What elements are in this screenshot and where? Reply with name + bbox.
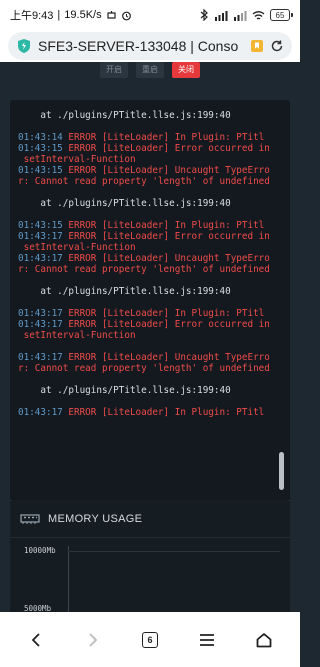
menu-icon[interactable] [187,620,227,660]
console-panel: at ./plugins/PTitle.llse.js:199:40 01:43:… [10,100,290,552]
bluetooth-icon [200,9,209,21]
restart-button[interactable]: 重启 [136,62,164,78]
chart-tick-mid: 5000Mb [24,604,52,612]
log-line: at ./plugins/PTitle.llse.js:199:40 [18,385,282,396]
log-line: 01:43:17 ERROR [LiteLoader] In Plugin: P… [18,407,282,418]
log-line: at ./plugins/PTitle.llse.js:199:40 [18,110,282,121]
log-timestamp: 01:43:17 [18,253,63,264]
log-stack-trace: at ./plugins/PTitle.llse.js:199:40 [18,385,231,396]
memory-usage-panel: MEMORY USAGE 10000Mb 5000Mb [10,500,290,612]
browser-bottom-nav: 6 [0,612,300,667]
log-entry: at ./plugins/PTitle.llse.js:199:40 [18,385,282,396]
battery-icon: 65 [270,9,293,21]
signal-icon [214,10,228,21]
log-line: 01:43:14 ERROR [LiteLoader] In Plugin: P… [18,132,282,143]
log-entry: 01:43:15 ERROR [LiteLoader] In Plugin: P… [18,220,282,275]
server-control-buttons: 开启 重启 关闭 [0,62,300,84]
log-timestamp: 01:43:14 [18,132,63,143]
stop-button[interactable]: 关闭 [172,62,200,78]
log-error-message: ERROR [LiteLoader] In Plugin: PTitl [62,220,265,231]
status-right: 65 [200,9,293,21]
log-error-message: ERROR [LiteLoader] In Plugin: PTitl [62,132,265,143]
alarm-icon [121,10,132,21]
status-left: 上午9:43 | 19.5K/s [10,7,132,23]
status-time: 上午9:43 [10,10,54,22]
memory-chip-icon [20,513,40,525]
log-error-message: ERROR [LiteLoader] In Plugin: PTitl [62,308,265,319]
log-entry: 01:43:17 ERROR [LiteLoader] In Plugin: P… [18,308,282,341]
forward-icon[interactable] [73,620,113,660]
url-text[interactable]: SFE3-SERVER-133048 | Conso [38,38,244,54]
log-entry: at ./plugins/PTitle.llse.js:199:40 [18,286,282,297]
log-timestamp: 01:43:15 [18,220,63,231]
url-field[interactable]: SFE3-SERVER-133048 | Conso [8,32,292,60]
status-bar: 上午9:43 | 19.5K/s 65 [0,0,300,30]
notification-icon [106,10,117,21]
start-button[interactable]: 开启 [100,62,128,78]
tab-count: 6 [141,631,158,648]
log-timestamp: 01:43:17 [18,319,63,330]
shield-icon[interactable] [16,38,32,54]
log-timestamp: 01:43:17 [18,231,63,242]
memory-header: MEMORY USAGE [10,500,290,538]
log-stack-trace: at ./plugins/PTitle.llse.js:199:40 [18,110,231,121]
log-entry: 01:43:17 ERROR [LiteLoader] Uncaught Typ… [18,352,282,374]
log-timestamp: 01:43:17 [18,352,63,363]
tabs-icon[interactable]: 6 [130,620,170,660]
console-log[interactable]: at ./plugins/PTitle.llse.js:199:40 01:43:… [10,100,290,500]
log-line: 01:43:17 ERROR [LiteLoader] Error occurr… [18,319,282,341]
log-timestamp: 01:43:15 [18,165,63,176]
log-line: 01:43:17 ERROR [LiteLoader] Error occurr… [18,231,282,253]
home-icon[interactable] [244,620,284,660]
log-entry: at ./plugins/PTitle.llse.js:199:40 [18,110,282,121]
chart-gridline-top [68,551,280,552]
status-divider: | [57,9,61,21]
status-net-speed: 19.5K/s [64,9,102,21]
log-entry: 01:43:14 ERROR [LiteLoader] In Plugin: P… [18,132,282,187]
log-error-message: ERROR [LiteLoader] In Plugin: PTitl [62,407,265,418]
wifi-icon [252,10,265,21]
log-line: at ./plugins/PTitle.llse.js:199:40 [18,198,282,209]
log-stack-trace: at ./plugins/PTitle.llse.js:199:40 [18,286,231,297]
back-icon[interactable] [16,620,56,660]
log-line: 01:43:17 ERROR [LiteLoader] In Plugin: P… [18,308,282,319]
chart-y-axis [68,546,69,612]
browser-address-bar: SFE3-SERVER-133048 | Conso [0,30,300,62]
log-entry: at ./plugins/PTitle.llse.js:199:40 [18,198,282,209]
memory-chart: 10000Mb 5000Mb [10,538,290,612]
bookmark-icon[interactable] [250,39,264,53]
log-line: 01:43:17 ERROR [LiteLoader] Uncaught Typ… [18,253,282,275]
console-scrollbar[interactable] [279,452,284,490]
log-stack-trace: at ./plugins/PTitle.llse.js:199:40 [18,198,231,209]
log-line: 01:43:15 ERROR [LiteLoader] Error occurr… [18,143,282,165]
log-line: 01:43:15 ERROR [LiteLoader] In Plugin: P… [18,220,282,231]
log-line: 01:43:17 ERROR [LiteLoader] Uncaught Typ… [18,352,282,374]
chart-tick-top: 10000Mb [24,546,56,555]
log-timestamp: 01:43:17 [18,308,63,319]
log-timestamp: 01:43:15 [18,143,63,154]
log-line: at ./plugins/PTitle.llse.js:199:40 [18,286,282,297]
console-page: 开启 重启 关闭 at ./plugins/PTitle.llse.js:199… [0,62,300,612]
signal-icon-2 [233,10,247,21]
refresh-icon[interactable] [270,39,284,53]
log-timestamp: 01:43:17 [18,407,63,418]
log-entry: 01:43:17 ERROR [LiteLoader] In Plugin: P… [18,407,282,418]
log-line: 01:43:15 ERROR [LiteLoader] Uncaught Typ… [18,165,282,187]
memory-title: MEMORY USAGE [48,512,143,525]
